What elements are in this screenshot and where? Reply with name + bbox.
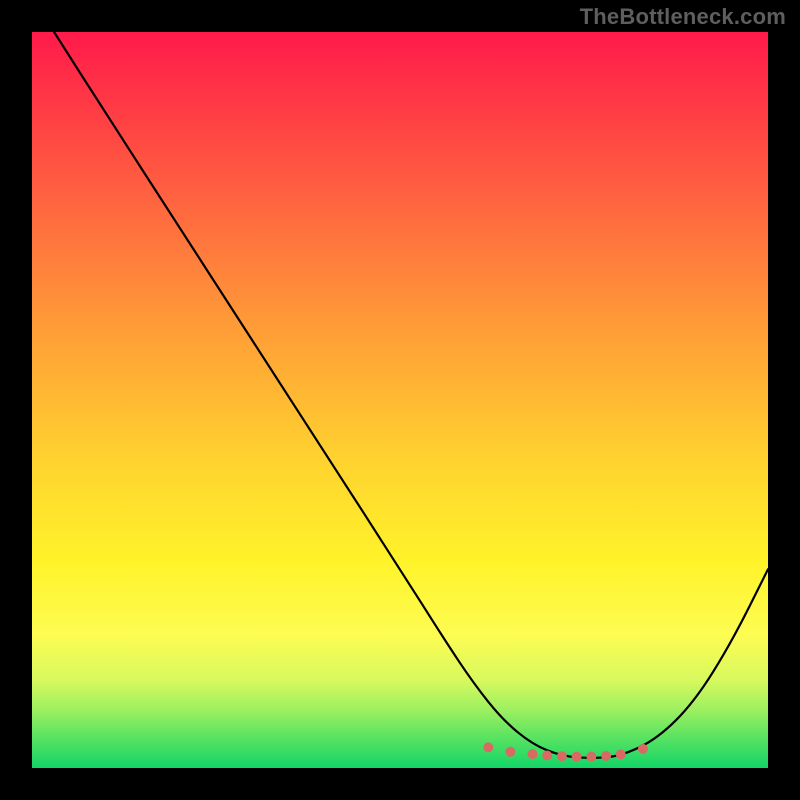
curve-layer [32,32,768,768]
valley-dots [483,742,648,761]
watermark-text: TheBottleneck.com [580,4,786,30]
bottleneck-curve [54,32,768,758]
valley-dot [483,742,493,752]
valley-dot [638,744,648,754]
valley-dot [586,752,596,762]
valley-dot [542,751,552,761]
valley-dot [528,749,538,759]
valley-dot [557,751,567,761]
valley-dot [601,751,611,761]
valley-dot [572,752,582,762]
chart-stage: TheBottleneck.com [0,0,800,800]
valley-dot [505,747,515,757]
plot-area [32,32,768,768]
valley-dot [616,749,626,759]
